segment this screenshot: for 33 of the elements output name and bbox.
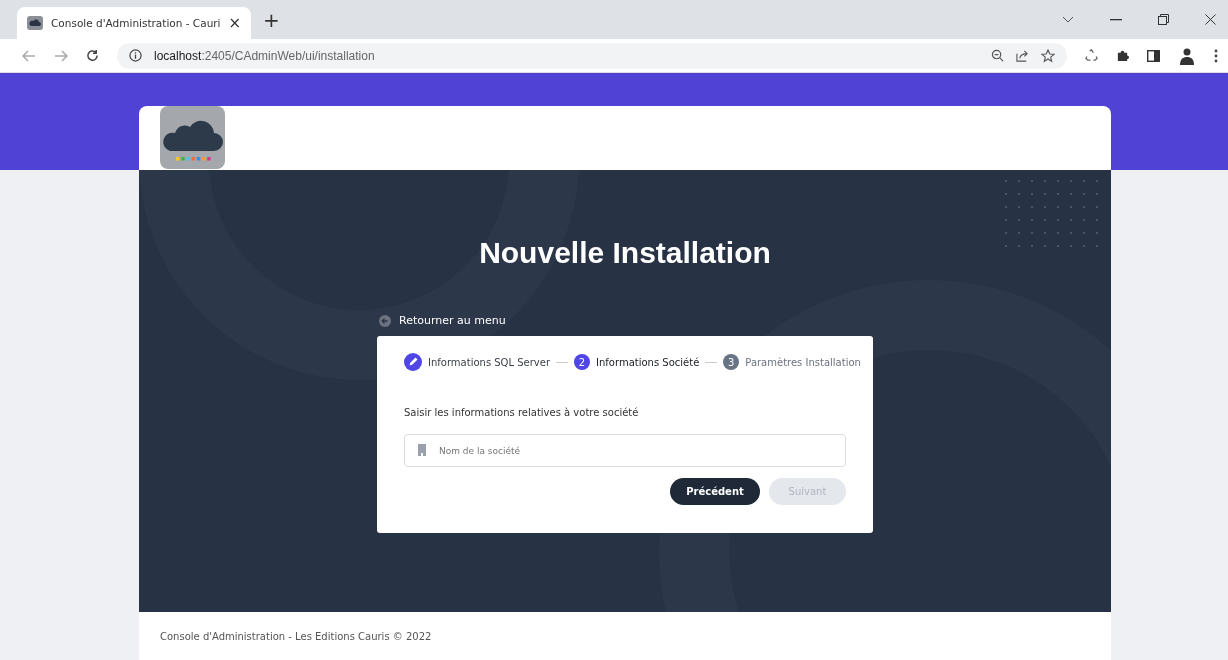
new-tab-button[interactable]: + bbox=[263, 7, 280, 32]
step-number: 2 bbox=[574, 354, 591, 370]
zoom-out-icon[interactable] bbox=[991, 49, 1004, 63]
tab-title: Console d'Administration - Cauri bbox=[51, 17, 221, 30]
address-bar[interactable]: localhost:2405/CAdminWeb/ui/installation bbox=[117, 42, 1067, 69]
browser-tab[interactable]: Console d'Administration - Cauri × bbox=[17, 7, 252, 40]
step-label: Paramètres Installation bbox=[745, 356, 861, 368]
step-number: 3 bbox=[723, 354, 740, 370]
reload-icon[interactable] bbox=[86, 49, 99, 63]
company-name-field[interactable]: Nom de la société bbox=[404, 434, 846, 467]
step-label: Informations Société bbox=[596, 356, 700, 368]
page-title: Nouvelle Installation bbox=[479, 236, 771, 270]
cloud-icon bbox=[27, 16, 43, 31]
minimize-icon[interactable] bbox=[1110, 18, 1122, 21]
info-icon bbox=[129, 49, 142, 63]
close-tab-button[interactable]: × bbox=[228, 14, 242, 33]
restore-icon[interactable] bbox=[1158, 14, 1169, 26]
step-label: Informations SQL Server bbox=[428, 356, 551, 368]
puzzle-icon[interactable] bbox=[1116, 49, 1129, 63]
chevron-down-icon[interactable] bbox=[1062, 15, 1074, 24]
avatar-icon[interactable] bbox=[1178, 46, 1196, 65]
previous-button[interactable]: Précédent bbox=[670, 478, 760, 505]
recycle-icon[interactable] bbox=[1085, 49, 1098, 63]
share-icon[interactable] bbox=[1016, 49, 1029, 63]
footer-text: Console d'Administration - Les Editions Cauris © 2022 bbox=[160, 630, 432, 642]
back-link[interactable]: Retourner au menu bbox=[379, 314, 873, 327]
url-text: localhost:2405/CAdminWeb/ui/installation bbox=[154, 48, 375, 63]
star-icon[interactable] bbox=[1041, 48, 1055, 63]
side-panel-icon[interactable] bbox=[1147, 49, 1160, 62]
more-menu-icon[interactable] bbox=[1214, 48, 1218, 63]
back-arrow-icon bbox=[379, 314, 391, 327]
instruction-text: Saisir les informations relatives à votre société bbox=[404, 407, 640, 418]
close-icon[interactable] bbox=[1205, 14, 1216, 26]
